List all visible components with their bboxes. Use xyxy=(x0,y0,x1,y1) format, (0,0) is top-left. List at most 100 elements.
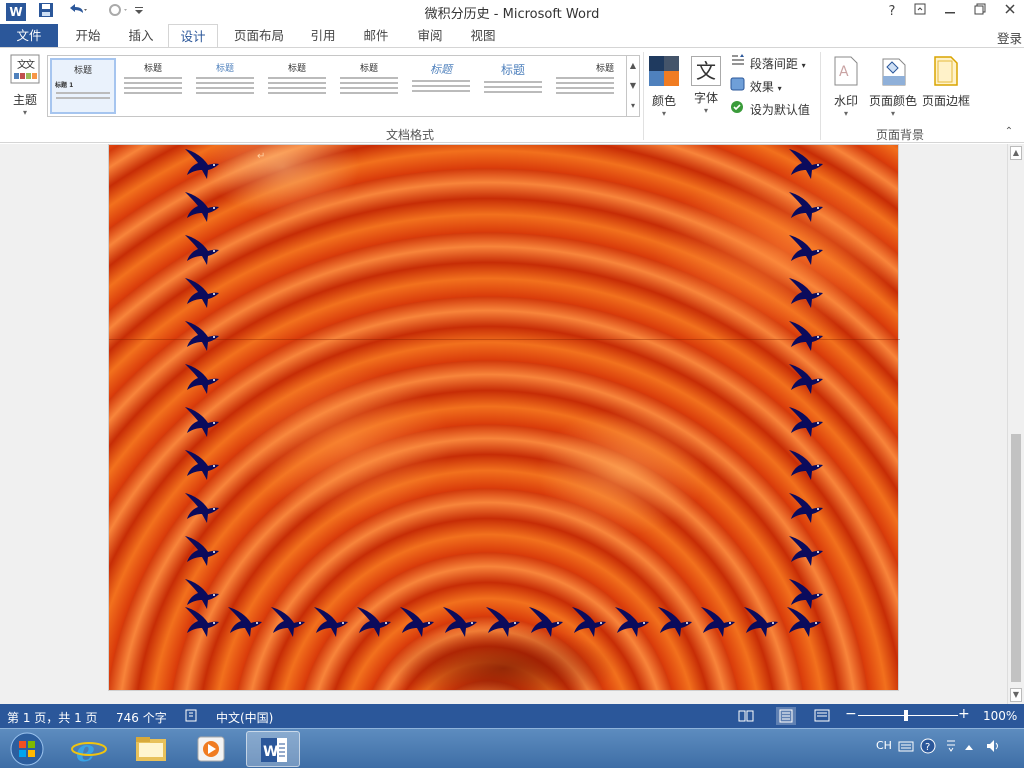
input-language-indicator[interactable]: CH xyxy=(876,739,892,752)
swallow-bird-icon xyxy=(785,530,825,570)
scroll-thumb[interactable] xyxy=(1011,434,1021,682)
minimize-icon[interactable] xyxy=(936,1,964,23)
swallow-bird-icon xyxy=(310,601,350,641)
tab-insert[interactable]: 插入 xyxy=(116,24,166,48)
checkmark-icon xyxy=(730,101,746,117)
style-set-line xyxy=(412,90,470,92)
start-orb-icon[interactable] xyxy=(2,731,52,767)
tab-design[interactable]: 设计 xyxy=(168,24,218,48)
style-set-item[interactable]: 标题 xyxy=(120,58,186,114)
ime-options-icon[interactable] xyxy=(944,738,958,757)
proofing-icon[interactable] xyxy=(185,709,199,725)
zoom-level[interactable]: 100% xyxy=(983,709,1017,723)
swallow-bird-icon xyxy=(785,444,825,484)
read-mode-icon[interactable] xyxy=(738,709,754,725)
volume-icon[interactable] xyxy=(986,739,1002,756)
gallery-scroll-down-icon[interactable]: ▼ xyxy=(627,76,639,96)
file-explorer-icon[interactable] xyxy=(124,731,178,767)
page-color-icon xyxy=(868,56,918,89)
divider xyxy=(643,52,644,140)
style-set-item[interactable]: 标题 xyxy=(552,58,618,114)
media-player-icon[interactable] xyxy=(184,731,238,767)
tab-page-layout[interactable]: 页面布局 xyxy=(222,24,296,48)
style-set-line xyxy=(556,82,614,84)
page-count[interactable]: 第 1 页，共 1 页 xyxy=(7,709,98,726)
document-page[interactable]: ↵ xyxy=(108,144,900,691)
style-set-title: 标题 xyxy=(595,64,614,74)
style-set-line xyxy=(268,82,326,84)
style-set-item[interactable]: 标题 xyxy=(408,58,474,114)
swallow-bird-icon xyxy=(785,272,825,312)
web-layout-icon[interactable] xyxy=(814,709,830,725)
language[interactable]: 中文(中国) xyxy=(216,709,273,726)
swallow-bird-icon xyxy=(181,401,221,441)
tab-mailings[interactable]: 邮件 xyxy=(352,24,400,48)
gallery-scroll[interactable]: ▲ ▼ ▾ xyxy=(627,55,640,117)
chevron-down-icon: ▾ xyxy=(703,106,708,115)
ribbon-display-icon[interactable] xyxy=(906,1,934,23)
show-hidden-icons-icon[interactable] xyxy=(964,741,974,754)
zoom-slider-thumb[interactable] xyxy=(904,710,908,721)
vertical-scrollbar[interactable]: ▲ ▼ xyxy=(1007,144,1024,704)
page-color-button[interactable]: 页面颜色 ▾ xyxy=(868,56,918,118)
zoom-out-button[interactable]: − xyxy=(845,706,857,722)
style-set-item[interactable]: 标题 xyxy=(264,58,330,114)
swallow-bird-icon xyxy=(568,601,608,641)
word-count[interactable]: 746 个字 xyxy=(116,709,167,726)
style-set-title: 标题 xyxy=(143,64,162,74)
collapse-ribbon-icon[interactable]: ⌃ xyxy=(1002,126,1016,137)
swallow-bird-icon xyxy=(181,487,221,527)
tab-home[interactable]: 开始 xyxy=(62,24,114,48)
set-as-default-button[interactable]: 设为默认值 xyxy=(730,100,810,120)
style-set-line xyxy=(56,97,110,99)
style-set-line xyxy=(196,92,254,94)
bird-border-right xyxy=(785,145,825,645)
scroll-down-icon[interactable]: ▼ xyxy=(1010,688,1022,702)
style-set-item[interactable]: 标题 xyxy=(480,58,546,114)
document-area[interactable]: ↵ xyxy=(0,144,1007,704)
tab-review[interactable]: 审阅 xyxy=(406,24,454,48)
zoom-in-button[interactable]: + xyxy=(958,706,970,722)
scroll-up-icon[interactable]: ▲ xyxy=(1010,146,1022,160)
tab-references[interactable]: 引用 xyxy=(300,24,346,48)
swallow-bird-icon xyxy=(611,601,651,641)
fonts-button[interactable]: 文 字体 ▾ xyxy=(688,56,724,115)
divider xyxy=(820,52,821,140)
style-set-line xyxy=(196,87,254,89)
swallow-bird-icon xyxy=(181,601,221,641)
effects-button[interactable]: 效果 ▾ xyxy=(730,77,782,97)
gallery-more-icon[interactable]: ▾ xyxy=(627,96,639,116)
style-set-item[interactable]: 标题 xyxy=(192,58,258,114)
swallow-bird-icon xyxy=(181,186,221,226)
watermark-button[interactable]: A 水印 ▾ xyxy=(828,56,864,118)
help-circle-icon[interactable]: ? xyxy=(920,738,936,757)
login-link[interactable]: 登录 xyxy=(997,28,1022,47)
style-set-line xyxy=(124,92,182,94)
page-borders-icon xyxy=(920,56,972,89)
swallow-bird-icon xyxy=(785,358,825,398)
restore-icon[interactable] xyxy=(966,1,994,23)
swallow-bird-icon xyxy=(224,601,264,641)
themes-button[interactable]: 文文 主题 ▾ xyxy=(6,54,44,117)
style-set-gallery: 标题 标题 1 标题 标题 标题 标题 标题 标题 标题 xyxy=(47,55,627,117)
help-button[interactable]: ? xyxy=(878,1,906,23)
tab-view[interactable]: 视图 xyxy=(460,24,506,48)
word-taskbar-icon[interactable]: W xyxy=(246,731,300,767)
paragraph-spacing-button[interactable]: 段落间距 ▾ xyxy=(730,54,806,74)
zoom-slider[interactable] xyxy=(858,715,958,716)
print-layout-icon[interactable] xyxy=(776,707,796,725)
page-borders-button[interactable]: 页面边框 xyxy=(920,56,972,109)
swallow-bird-icon xyxy=(785,186,825,226)
chevron-down-icon: ▾ xyxy=(801,61,806,70)
tab-file[interactable]: 文件 xyxy=(0,24,58,48)
style-set-line xyxy=(124,77,182,79)
style-set-item[interactable]: 标题 标题 1 xyxy=(50,58,116,114)
keyboard-icon[interactable] xyxy=(898,740,914,755)
style-set-line xyxy=(556,87,614,89)
image-seam xyxy=(109,339,900,340)
style-set-item[interactable]: 标题 xyxy=(336,58,402,114)
colors-button[interactable]: 颜色 ▾ xyxy=(646,56,682,118)
close-icon[interactable] xyxy=(996,1,1024,23)
gallery-scroll-up-icon[interactable]: ▲ xyxy=(627,56,639,76)
internet-explorer-icon[interactable]: e xyxy=(62,731,116,768)
